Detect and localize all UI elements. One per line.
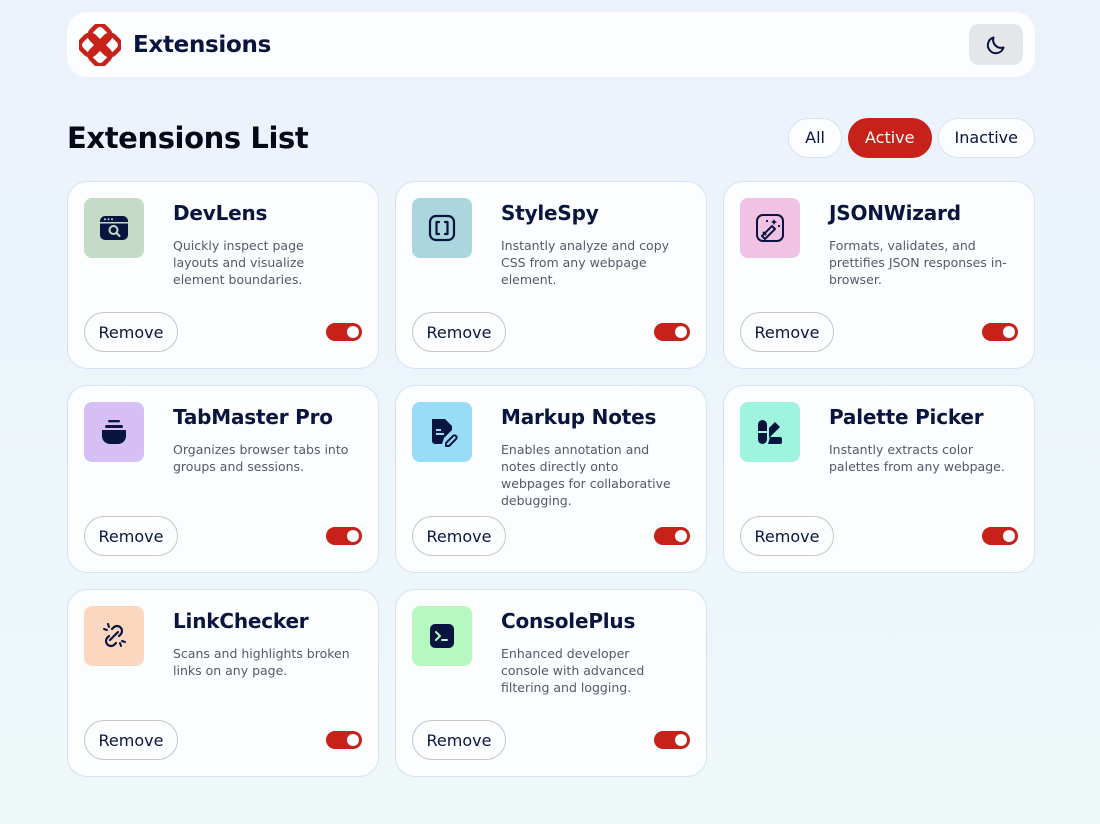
extension-card: DevLens Quickly inspect page layouts and… — [67, 181, 379, 369]
toggle-knob — [675, 326, 687, 338]
toggle-knob — [1003, 326, 1015, 338]
extension-name: ConsolePlus — [501, 609, 636, 633]
extension-description: Instantly extracts color palettes from a… — [829, 442, 1005, 474]
extension-card: LinkChecker Scans and highlights broken … — [67, 589, 379, 777]
remove-button[interactable]: Remove — [740, 312, 834, 352]
enable-toggle[interactable] — [326, 323, 362, 341]
toggle-knob — [675, 530, 687, 542]
extension-description: Organizes browser tabs into groups and s… — [173, 442, 349, 474]
toggle-knob — [347, 326, 359, 338]
extension-description: Enhanced developer console with advanced… — [501, 646, 645, 695]
terminal-icon — [430, 624, 454, 648]
filter-active-button[interactable]: Active — [848, 117, 932, 158]
browser-search-icon — [100, 216, 128, 240]
enable-toggle[interactable] — [326, 527, 362, 545]
extension-description: Scans and highlights broken links on any… — [173, 646, 350, 678]
remove-button[interactable]: Remove — [740, 516, 834, 556]
extension-icon-tile — [412, 606, 472, 666]
extension-card: Markup Notes Enables annotation and note… — [395, 385, 707, 573]
extension-icon-tile — [84, 402, 144, 462]
extension-name: TabMaster Pro — [173, 405, 333, 429]
enable-toggle[interactable] — [654, 731, 690, 749]
extension-icon-tile — [740, 198, 800, 258]
enable-toggle[interactable] — [982, 527, 1018, 545]
extension-name: DevLens — [173, 201, 268, 225]
enable-toggle[interactable] — [654, 323, 690, 341]
note-pen-icon — [432, 419, 458, 447]
enable-toggle[interactable] — [982, 323, 1018, 341]
extensions-grid: DevLens Quickly inspect page layouts and… — [67, 181, 1035, 777]
extension-name: LinkChecker — [173, 609, 309, 633]
brackets-icon — [428, 214, 456, 242]
moon-icon — [986, 36, 1005, 54]
remove-button[interactable]: Remove — [84, 312, 178, 352]
extension-icon-tile — [412, 198, 472, 258]
filter-group: All Active Inactive — [788, 117, 1035, 158]
remove-button[interactable]: Remove — [412, 720, 506, 760]
extension-card: TabMaster Pro Organizes browser tabs int… — [67, 385, 379, 573]
app-header: Extensions — [67, 12, 1035, 77]
magic-wand-icon — [756, 214, 784, 242]
extension-name: Markup Notes — [501, 405, 657, 429]
palette-icon — [758, 420, 782, 444]
filter-all-button[interactable]: All — [788, 117, 842, 158]
extension-name: JSONWizard — [829, 201, 961, 225]
extension-card: ConsolePlus Enhanced developer console w… — [395, 589, 707, 777]
extension-icon-tile — [740, 402, 800, 462]
extension-description: Instantly analyze and copy CSS from any … — [501, 238, 670, 287]
filter-inactive-button[interactable]: Inactive — [937, 117, 1035, 158]
enable-toggle[interactable] — [326, 731, 362, 749]
theme-toggle-button[interactable] — [969, 24, 1023, 65]
remove-button[interactable]: Remove — [412, 312, 506, 352]
extension-description: Enables annotation and notes directly on… — [501, 442, 671, 508]
extension-icon-tile — [84, 198, 144, 258]
remove-button[interactable]: Remove — [84, 516, 178, 556]
brand: Extensions — [79, 23, 271, 66]
toggle-knob — [347, 734, 359, 746]
extension-card: StyleSpy Instantly analyze and copy CSS … — [395, 181, 707, 369]
remove-button[interactable]: Remove — [412, 516, 506, 556]
extension-name: Palette Picker — [829, 405, 984, 429]
extension-icon-tile — [84, 606, 144, 666]
extension-description: Quickly inspect page layouts and visuali… — [173, 238, 305, 287]
extension-name: StyleSpy — [501, 201, 599, 225]
remove-button[interactable]: Remove — [84, 720, 178, 760]
enable-toggle[interactable] — [654, 527, 690, 545]
toggle-knob — [1003, 530, 1015, 542]
extension-icon-tile — [412, 402, 472, 462]
list-header: Extensions List All Active Inactive — [67, 117, 1035, 158]
broken-link-icon — [103, 623, 126, 648]
stack-icon — [102, 420, 126, 444]
logo-icon — [79, 23, 121, 66]
brand-name: Extensions — [133, 31, 271, 58]
extension-description: Formats, validates, and prettifies JSON … — [829, 238, 1007, 287]
extension-card: JSONWizard Formats, validates, and prett… — [723, 181, 1035, 369]
toggle-knob — [347, 530, 359, 542]
page-title: Extensions List — [67, 120, 309, 155]
toggle-knob — [675, 734, 687, 746]
extension-card: Palette Picker Instantly extracts color … — [723, 385, 1035, 573]
